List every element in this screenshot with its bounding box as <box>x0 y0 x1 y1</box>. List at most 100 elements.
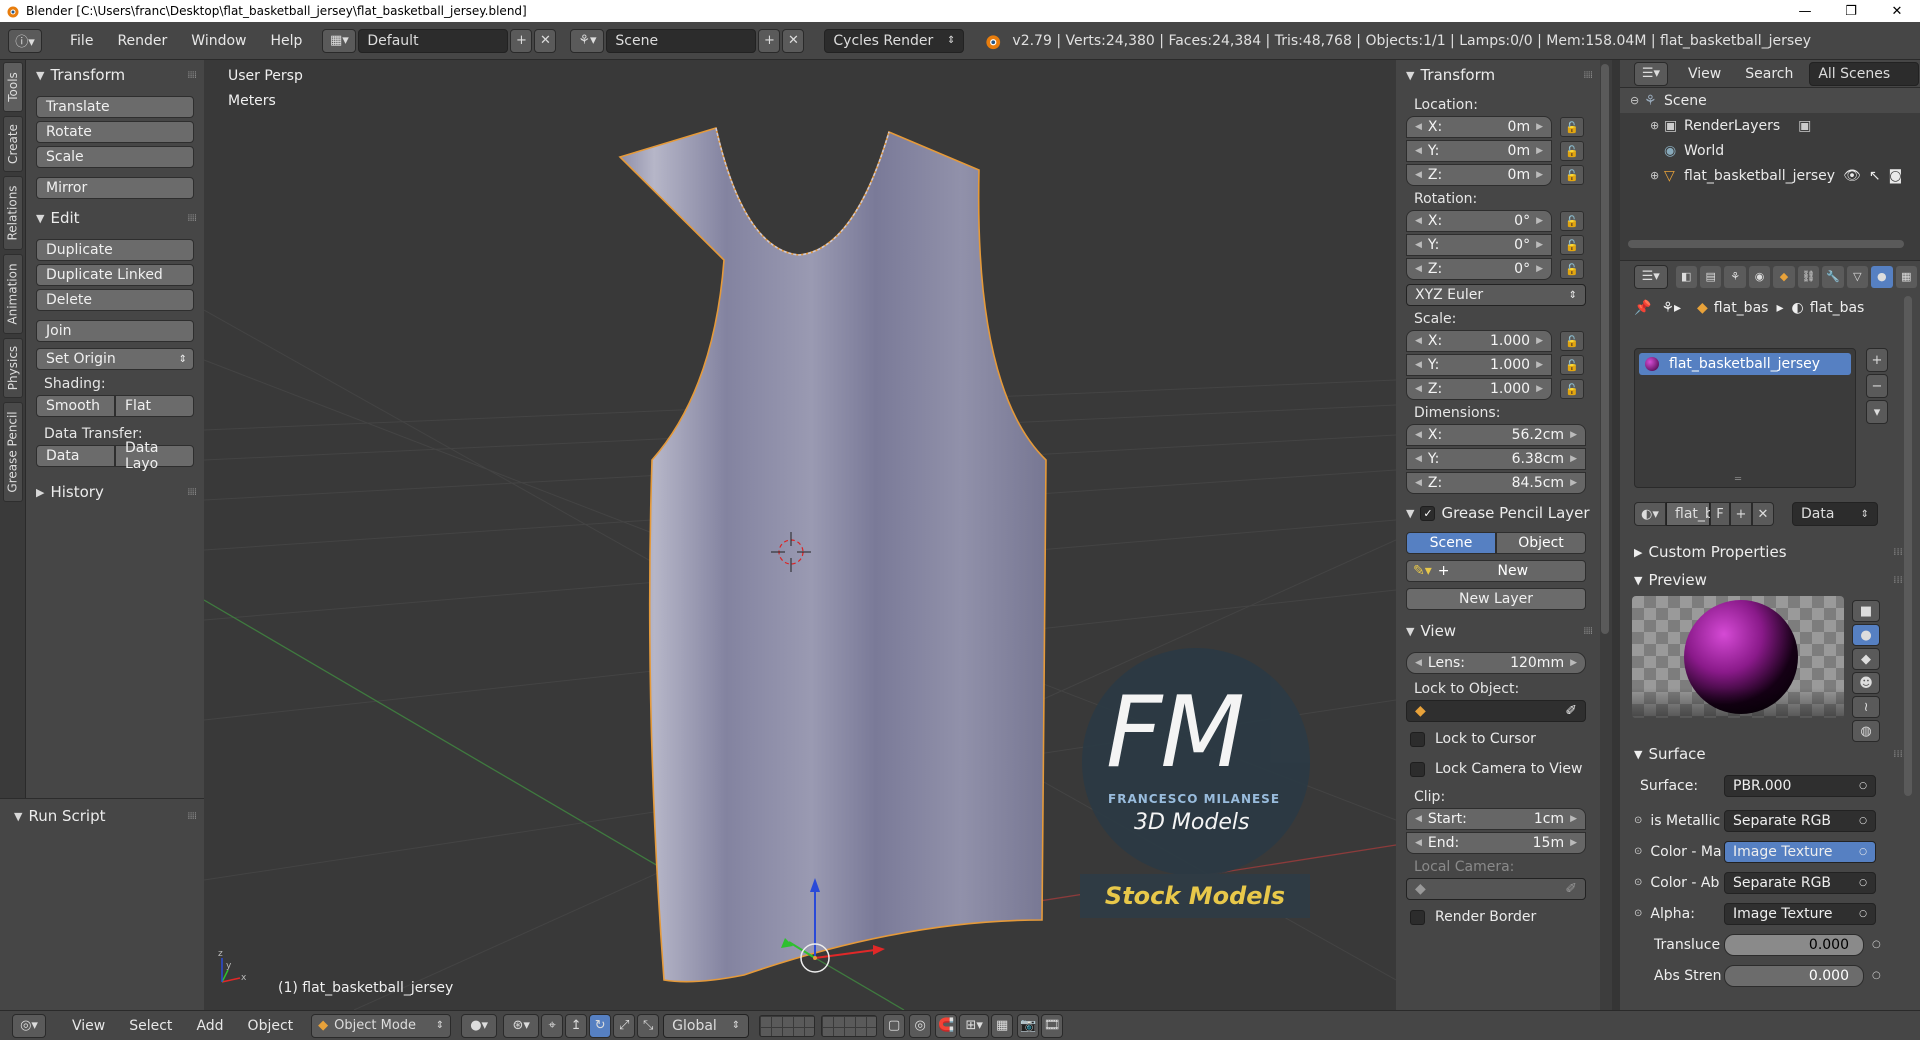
material-slot-item[interactable]: flat_basketball_jersey <box>1639 353 1851 375</box>
lock-camera-row[interactable]: Lock Camera to View <box>1396 754 1600 784</box>
editor-type-info-icon[interactable]: ⓘ▾ <box>8 28 42 53</box>
grease-object-button[interactable]: Object <box>1496 532 1586 554</box>
panel-grip-icon[interactable]: ⁞⁞⁞⁞ <box>187 487 197 498</box>
render-layer-toggle-icon[interactable]: ▣ <box>1798 118 1811 134</box>
data-layout-button[interactable]: Data Layo <box>115 440 194 472</box>
duplicate-button[interactable]: Duplicate <box>36 239 194 261</box>
eyedropper-icon[interactable]: ✐ <box>1565 881 1577 897</box>
add-layout-button[interactable]: + <box>510 28 533 53</box>
duplicate-linked-button[interactable]: Duplicate Linked <box>36 264 194 286</box>
lock-cursor-checkbox[interactable] <box>1410 731 1425 747</box>
rotation-field[interactable]: ◀ X: 0° ▶ <box>1406 210 1552 232</box>
outliner-row-scene[interactable]: ⊖ ⚘ Scene <box>1620 88 1920 113</box>
tab-physics[interactable]: Physics <box>3 338 23 398</box>
close-button[interactable]: ✕ <box>1874 0 1920 22</box>
texture-tab-icon[interactable]: ▦ <box>1895 265 1918 288</box>
scale-button[interactable]: Scale <box>36 146 194 168</box>
preview-header[interactable]: ▼ Preview ⁞⁞⁞⁞ <box>1620 566 1920 594</box>
outliner-row-object[interactable]: ⊕ ▽ flat_basketball_jersey 👁 ↖ ◙ <box>1620 163 1920 188</box>
location-field[interactable]: ◀ X: 0m ▶ <box>1406 116 1552 138</box>
surface-shader-dropdown[interactable]: PBR.000 ○ <box>1724 774 1876 797</box>
abs-strength-slider[interactable]: 0.000 <box>1724 964 1864 987</box>
lock-icon[interactable]: 🔓 <box>1560 355 1584 375</box>
eyedropper-icon[interactable]: ✐ <box>1565 703 1577 719</box>
manipulator-scale-icon[interactable]: ⤢ <box>613 1013 636 1038</box>
surface-header[interactable]: ▼ Surface ⁞⁞⁞⁞ <box>1620 740 1920 768</box>
scale-field[interactable]: ◀ Y: 1.000 ▶ <box>1406 354 1552 376</box>
data-tab-icon[interactable]: ▽ <box>1846 265 1869 288</box>
preview-cube-icon[interactable]: ◆ <box>1852 648 1880 670</box>
pivot-point-icon[interactable]: ⊛▾ <box>503 1013 540 1038</box>
run-script-panel-header[interactable]: ▼ Run Script ⁞⁞⁞⁞ <box>0 803 204 829</box>
clip-start-field[interactable]: ◀ Start: 1cm ▶ <box>1406 808 1586 830</box>
render-border-row[interactable]: Render Border <box>1396 902 1600 932</box>
translucence-slider[interactable]: 0.000 <box>1724 933 1864 956</box>
lock-icon[interactable]: 🔓 <box>1560 259 1584 279</box>
socket-dot-icon[interactable]: ○ <box>1872 970 1881 981</box>
rotation-field[interactable]: ◀ Z: 0° ▶ <box>1406 258 1552 280</box>
snap-element-icon[interactable]: ⊞▾ <box>959 1013 990 1038</box>
lens-field[interactable]: ◀ Lens: 120mm ▶ <box>1406 652 1586 674</box>
translate-button[interactable]: Translate <box>36 96 194 118</box>
remove-layout-button[interactable]: ✕ <box>534 28 557 53</box>
material-link-dropdown[interactable]: Data ⇕ <box>1792 502 1878 526</box>
selectable-cursor-icon[interactable]: ↖ <box>1869 168 1881 184</box>
expand-icon[interactable]: ⊕ <box>1650 119 1664 132</box>
manipulator-toggle-icon[interactable]: ⌖ <box>541 1013 564 1038</box>
grease-new-field[interactable]: ✎▾ + New <box>1406 560 1586 582</box>
viewport-editor-type-icon[interactable]: ◎▾ <box>12 1013 46 1038</box>
unlink-material-button[interactable]: ✕ <box>1752 502 1774 526</box>
panel-grip-icon[interactable]: ⁞⁞⁞⁞ <box>1583 70 1593 81</box>
minimize-button[interactable]: — <box>1782 0 1828 22</box>
rotation-field[interactable]: ◀ Y: 0° ▶ <box>1406 234 1552 256</box>
mode-dropdown[interactable]: ◆ Object Mode ⇕ <box>311 1013 452 1038</box>
layer-buttons[interactable] <box>759 1014 878 1037</box>
history-panel-header[interactable]: ▶ History ⁞⁞⁞⁞ <box>26 479 204 505</box>
rotation-mode-dropdown[interactable]: XYZ Euler ⇕ <box>1406 284 1586 306</box>
smooth-button[interactable]: Smooth <box>36 395 115 417</box>
panel-grip-icon[interactable]: ⁞⁞⁞⁞ <box>1583 626 1593 637</box>
properties-scrollbar[interactable] <box>1904 296 1912 796</box>
opengl-render-animation-icon[interactable]: 🎞 <box>1041 1013 1064 1038</box>
remove-scene-button[interactable]: ✕ <box>782 28 805 53</box>
preview-sphere-icon[interactable]: ● <box>1852 624 1880 646</box>
grease-scene-button[interactable]: Scene <box>1406 532 1496 554</box>
menu-help[interactable]: Help <box>258 33 314 49</box>
tab-create[interactable]: Create <box>3 116 23 172</box>
proportional-edit-icon[interactable]: ◎ <box>909 1013 932 1038</box>
add-scene-button[interactable]: + <box>758 28 781 53</box>
n-transform-header[interactable]: ▼ Transform ⁞⁞⁞⁞ <box>1396 62 1600 88</box>
layout-grid-icon[interactable]: ▦▾ <box>322 28 357 53</box>
dimension-field[interactable]: ◀ Z: 84.5cm ▶ <box>1406 472 1586 494</box>
local-camera-field[interactable]: ◆ ✐ <box>1406 878 1586 900</box>
object-tab-icon[interactable]: ◆ <box>1773 265 1795 288</box>
maximize-button[interactable]: ❐ <box>1828 0 1874 22</box>
tab-animation[interactable]: Animation <box>3 254 23 334</box>
transform-orientation-dropdown[interactable]: Global ⇕ <box>663 1013 750 1038</box>
preview-flat-icon[interactable]: ■ <box>1852 600 1880 622</box>
modifiers-tab-icon[interactable]: 🔧 <box>1822 265 1844 288</box>
material-browse-icon[interactable]: ◐▾ <box>1634 502 1666 526</box>
scale-field[interactable]: ◀ Z: 1.000 ▶ <box>1406 378 1552 400</box>
mirror-button[interactable]: Mirror <box>36 177 194 199</box>
tab-relations[interactable]: Relations <box>3 176 23 250</box>
viewport-menu-add[interactable]: Add <box>184 1018 235 1034</box>
render-border-checkbox[interactable] <box>1410 909 1425 925</box>
panel-grip-icon[interactable]: ⁞⁞⁞⁞ <box>187 70 197 81</box>
socket-link-icon[interactable]: ⊙ <box>1634 908 1642 919</box>
panel-grip-icon[interactable]: ⁞⁞⁞⁞ <box>187 213 197 224</box>
pin-icon[interactable]: 📌 <box>1634 300 1651 316</box>
grease-pencil-layer-header[interactable]: ▼ ✓ Grease Pencil Layer <box>1396 500 1600 526</box>
clip-end-field[interactable]: ◀ End: 15m ▶ <box>1406 832 1586 854</box>
lock-icon[interactable]: 🔓 <box>1560 141 1584 161</box>
render-tab-icon[interactable]: ◧ <box>1675 265 1697 288</box>
location-field[interactable]: ◀ Z: 0m ▶ <box>1406 164 1552 186</box>
menu-window[interactable]: Window <box>179 33 258 49</box>
lock-cursor-row[interactable]: Lock to Cursor <box>1396 724 1600 754</box>
screen-layout-field[interactable]: Default <box>358 28 509 53</box>
surface-input-dropdown[interactable]: Image Texture ○ <box>1724 840 1876 863</box>
socket-dot-icon[interactable]: ○ <box>1872 939 1881 950</box>
material-name-field[interactable]: flat_b <box>1666 502 1714 526</box>
snap-toggle-icon[interactable]: 🧲 <box>935 1013 958 1038</box>
material-tab-icon[interactable]: ● <box>1871 265 1893 288</box>
